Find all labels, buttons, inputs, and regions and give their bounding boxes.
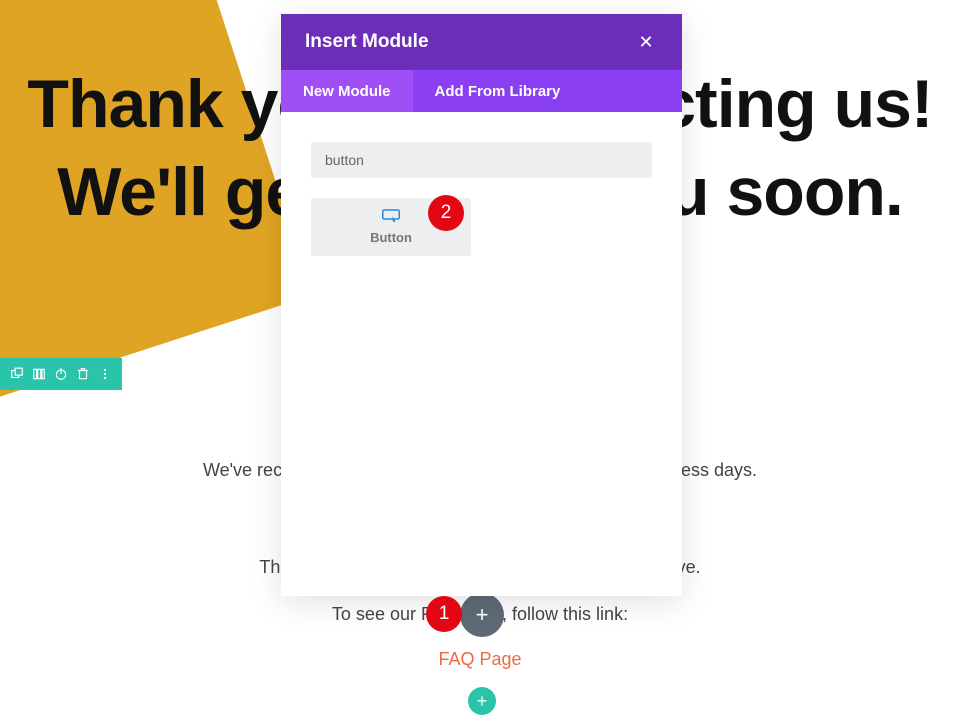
module-grid: Button [311,198,652,256]
tab-new-module[interactable]: New Module [281,70,413,112]
modal-body: Button [281,112,682,596]
modal-title: Insert Module [305,31,429,53]
add-row-button[interactable]: + [468,687,496,715]
button-module-icon [382,209,400,228]
toolbar-trash-icon[interactable] [72,358,94,390]
annotation-badge-2: 2 [428,195,464,231]
toolbar-power-icon[interactable] [50,358,72,390]
toolbar-columns-icon[interactable] [28,358,50,390]
insert-module-modal: Insert Module ✕ New Module Add From Libr… [281,14,682,596]
plus-icon: + [477,691,488,712]
modal-tabs: New Module Add From Library [281,70,682,112]
tab-add-from-library[interactable]: Add From Library [413,70,583,112]
plus-icon: + [476,602,489,628]
module-item-label: Button [370,230,412,245]
module-search-input[interactable] [311,142,652,178]
toolbar-move-icon[interactable] [6,358,28,390]
row-toolbar [0,358,122,390]
faq-page-link[interactable]: FAQ Page [0,649,960,670]
toolbar-more-icon[interactable] [94,358,116,390]
modal-close-button[interactable]: ✕ [634,32,658,53]
modal-header: Insert Module ✕ [281,14,682,70]
annotation-badge-1: 1 [426,596,462,632]
add-module-button[interactable]: + [460,593,504,637]
close-icon: ✕ [638,32,653,52]
